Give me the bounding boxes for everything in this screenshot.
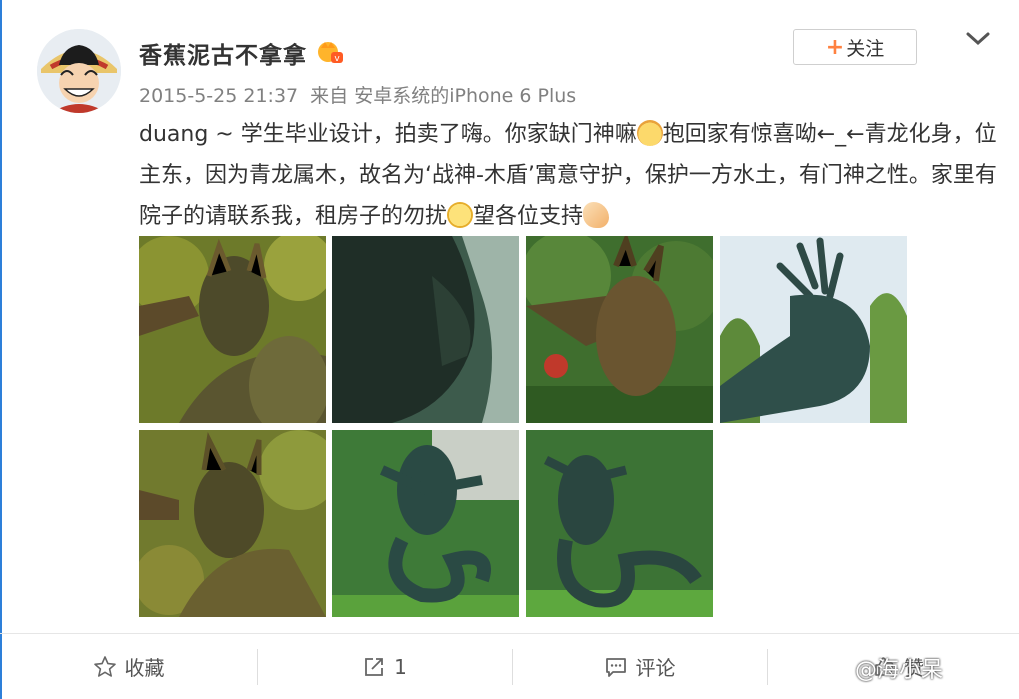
comment-icon [605, 657, 626, 677]
post-text-part-1: duang ~ 学生毕业设计，拍卖了嗨。你家缺门神嘛 [139, 122, 637, 147]
repost-icon [365, 657, 384, 676]
post-text: duang ~ 学生毕业设计，拍卖了嗨。你家缺门神嘛 抱回家有惊喜呦←_←青龙化身… [139, 114, 999, 237]
favorite-label: 收藏 [124, 656, 165, 680]
photo-statue-3[interactable] [526, 236, 713, 423]
favorite-button[interactable]: 收藏 [0, 634, 257, 699]
shy-emoji-icon [447, 202, 474, 228]
photo-statue-6[interactable] [332, 430, 519, 617]
star-icon [93, 655, 116, 677]
window-left-edge [0, 0, 2, 699]
post-meta: 2015-5-25 21:37 来自 安卓系统的iPhone 6 Plus [139, 81, 576, 108]
vip-badge-icon[interactable]: v [316, 38, 344, 66]
praying-hands-icon [583, 202, 610, 228]
post-timestamp[interactable]: 2015-5-25 21:37 [139, 85, 298, 107]
avatar[interactable] [37, 29, 121, 113]
photo-statue-5[interactable] [139, 430, 326, 617]
comment-button[interactable]: 评论 [512, 634, 767, 699]
post-text-part-3: 望各位支持 [473, 204, 584, 229]
cat-emoji-icon [636, 120, 663, 146]
plus-icon: + [825, 34, 845, 60]
photo-statue-2[interactable] [332, 236, 519, 423]
photo-statue-1[interactable] [139, 236, 326, 423]
follow-button[interactable]: + 关注 [793, 29, 917, 65]
repost-count: 1 [394, 654, 407, 679]
svg-text:v: v [334, 54, 340, 64]
comment-label: 评论 [635, 656, 676, 680]
watermark: @海小呆 [855, 658, 944, 683]
photo-statue-4[interactable] [720, 236, 907, 423]
user-name[interactable]: 香蕉泥古不拿拿 [139, 36, 307, 70]
repost-button[interactable]: 1 [257, 634, 512, 699]
post-source[interactable]: 来自 安卓系统的iPhone 6 Plus [310, 85, 576, 107]
follow-label: 关注 [846, 37, 885, 60]
chevron-down-icon[interactable] [965, 30, 991, 48]
photo-statue-7[interactable] [526, 430, 713, 617]
